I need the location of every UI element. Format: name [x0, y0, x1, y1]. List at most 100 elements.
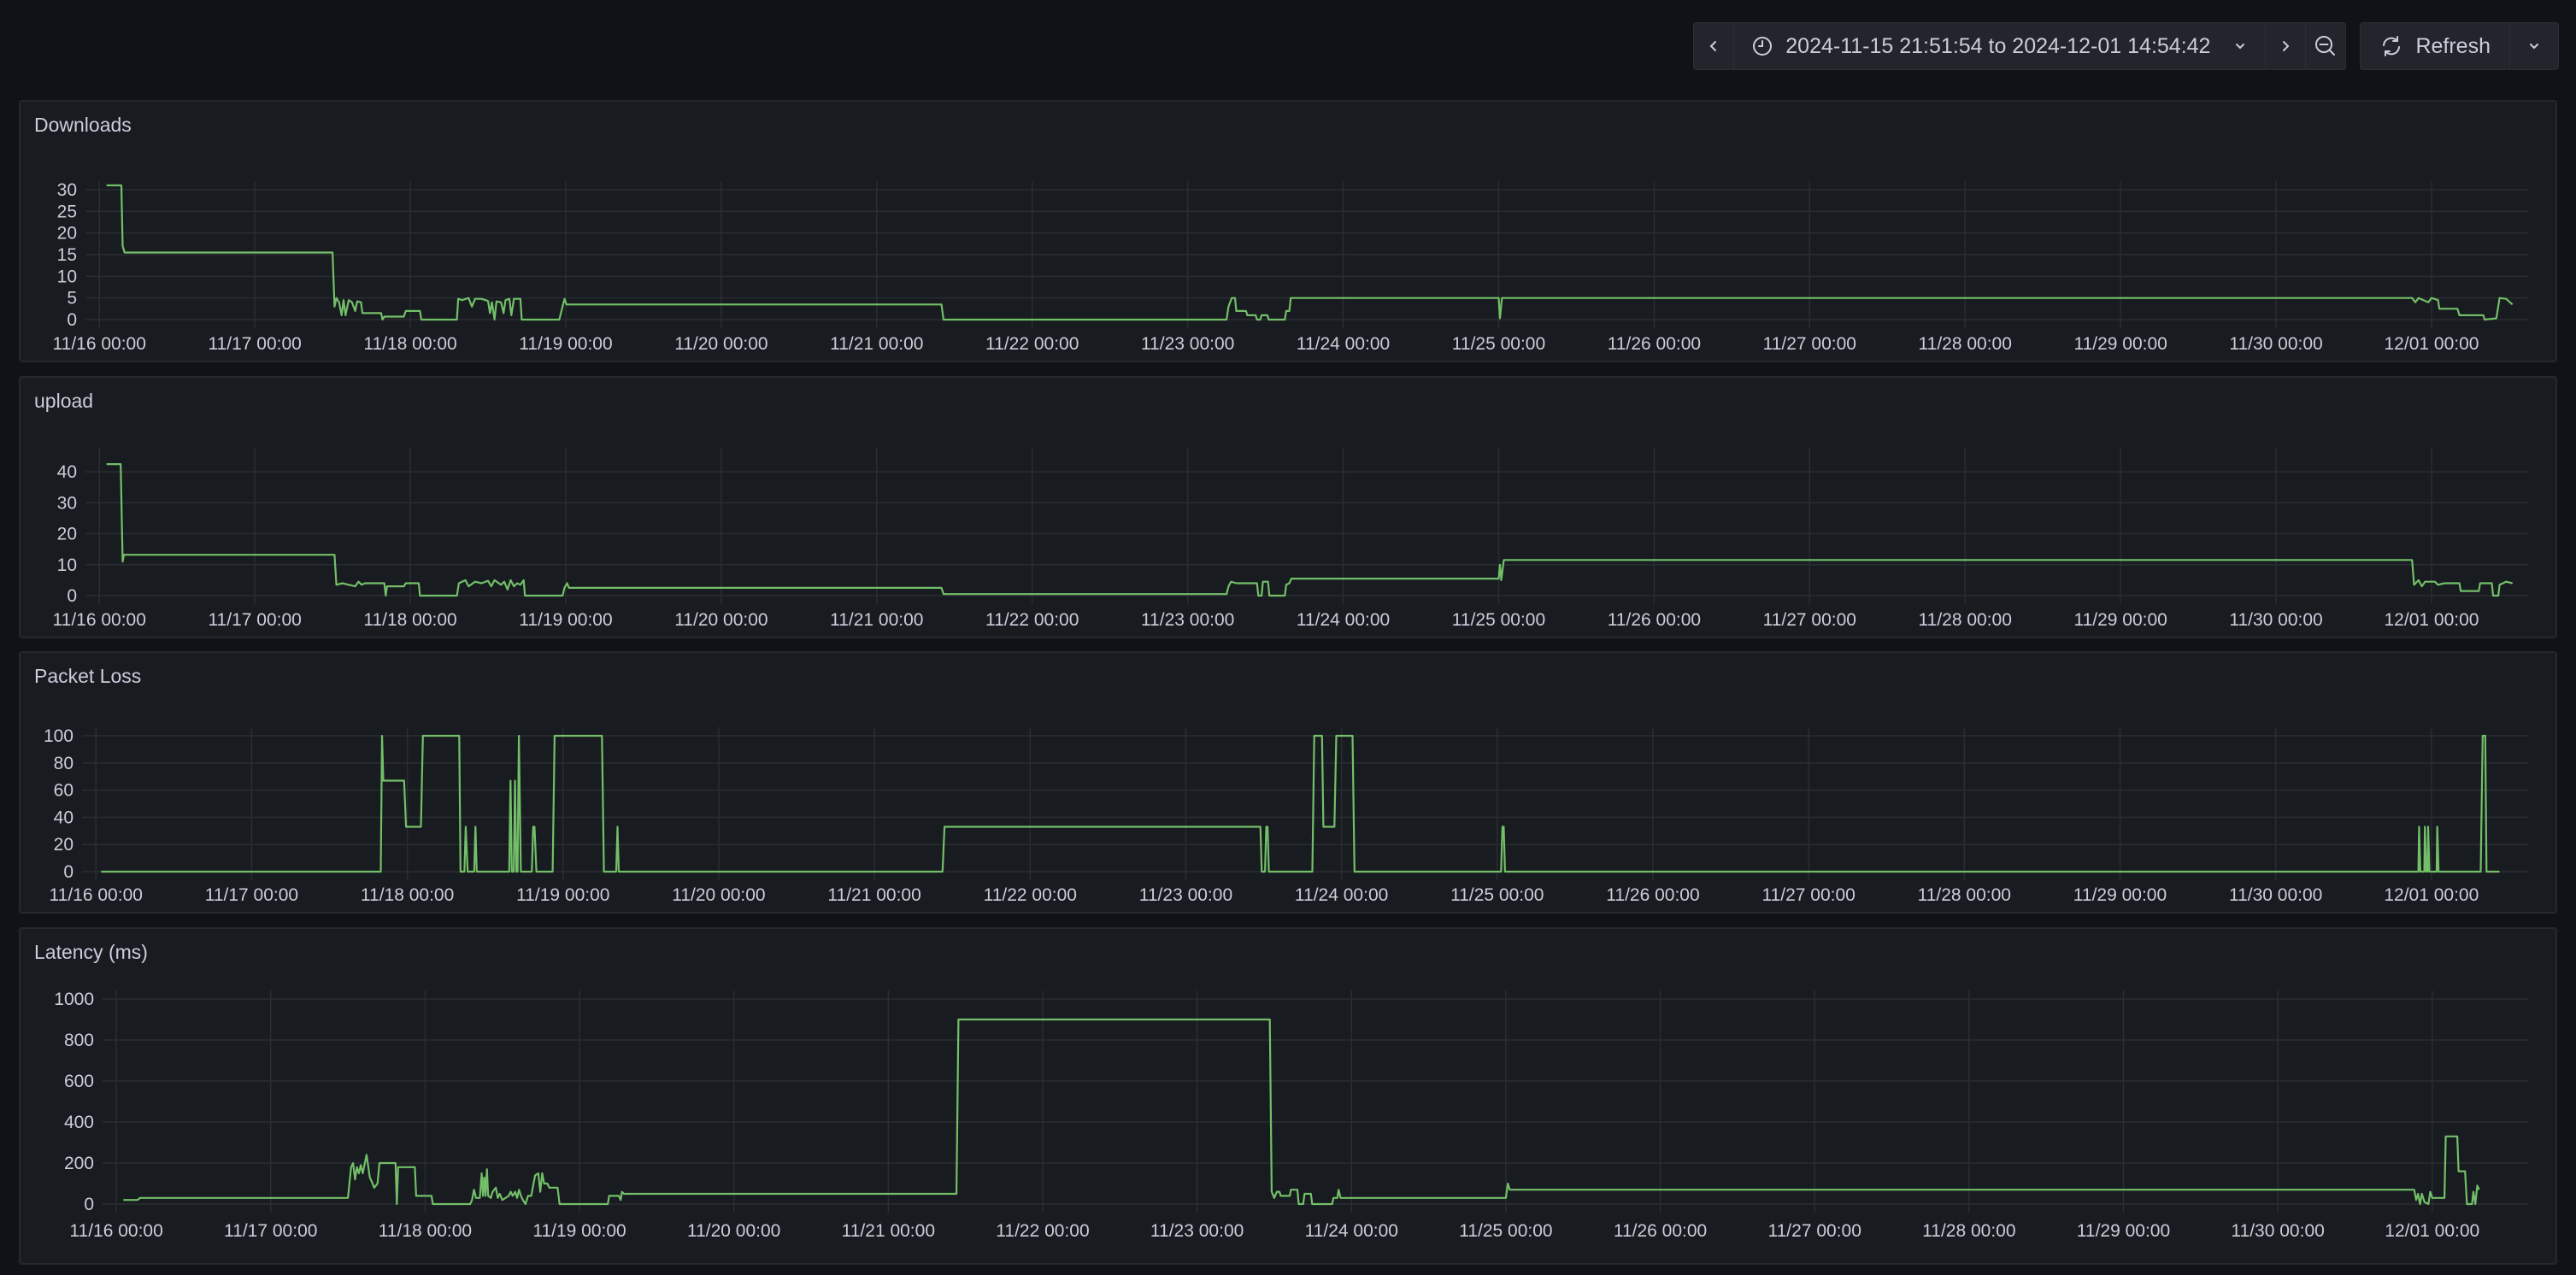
- y-tick-label: 15: [57, 245, 77, 265]
- x-tick-label: 11/27 00:00: [1763, 610, 1856, 630]
- x-tick-label: 11/21 00:00: [830, 334, 923, 354]
- x-tick-label: 11/16 00:00: [53, 334, 146, 354]
- x-tick-label: 11/20 00:00: [674, 334, 768, 354]
- x-tick-label: 12/01 00:00: [2385, 610, 2479, 630]
- x-tick-label: 11/19 00:00: [519, 334, 612, 354]
- x-tick-label: 11/28 00:00: [1918, 885, 2011, 905]
- y-tick-label: 0: [84, 1195, 94, 1214]
- x-tick-label: 11/28 00:00: [1919, 334, 2012, 354]
- series-line-downloads[interactable]: [106, 184, 2514, 321]
- x-tick-label: 11/25 00:00: [1452, 610, 1545, 630]
- x-tick-label: 11/26 00:00: [1614, 1221, 1707, 1241]
- refresh-icon: [2383, 36, 2401, 56]
- panel-upload: upload 0 10 20 30 40 11/16 00:00 11/17 00:00 11…: [19, 376, 2557, 638]
- x-tick-label: 11/27 00:00: [1768, 1221, 1861, 1241]
- time-range-picker: 2024-11-15 21:51:54 to 2024-12-01 14:54:…: [1693, 22, 2347, 70]
- packet-loss-chart: 0 20 40 60 80 100 11/16 00:00 11/17 00:00 11/18 …: [44, 726, 2528, 905]
- y-tick-label: 20: [57, 224, 77, 244]
- x-tick-label: 11/29 00:00: [2073, 610, 2167, 630]
- x-tick-label: 12/01 00:00: [2385, 1221, 2479, 1241]
- x-tick-label: 11/20 00:00: [687, 1221, 780, 1241]
- x-tick-label: 11/18 00:00: [379, 1221, 472, 1241]
- x-tick-label: 11/19 00:00: [516, 885, 609, 905]
- x-tick-label: 11/21 00:00: [842, 1221, 935, 1241]
- x-tick-label: 11/29 00:00: [2073, 334, 2167, 354]
- x-tick-label: 11/17 00:00: [205, 885, 298, 905]
- y-tick-label: 1000: [54, 990, 94, 1009]
- x-tick-label: 11/20 00:00: [672, 885, 765, 905]
- y-tick-label: 400: [64, 1113, 94, 1132]
- x-tick-label: 11/26 00:00: [1606, 885, 1699, 905]
- x-tick-label: 11/26 00:00: [1608, 610, 1701, 630]
- x-tick-label: 11/30 00:00: [2229, 885, 2322, 905]
- x-tick-label: 11/22 00:00: [985, 610, 1079, 630]
- x-tick-label: 11/18 00:00: [363, 334, 456, 354]
- y-tick-label: 5: [67, 289, 77, 308]
- x-tick-label: 11/28 00:00: [1919, 610, 2012, 630]
- x-tick-label: 11/23 00:00: [1141, 334, 1234, 354]
- x-tick-label: 11/24 00:00: [1297, 334, 1390, 354]
- x-tick-label: 11/16 00:00: [69, 1221, 162, 1241]
- series-line-packet-loss[interactable]: [101, 734, 2500, 873]
- time-range-button[interactable]: 2024-11-15 21:51:54 to 2024-12-01 14:54:…: [1733, 23, 2265, 69]
- x-tick-label: 11/23 00:00: [1150, 1221, 1244, 1241]
- x-tick-label: 11/17 00:00: [208, 610, 301, 630]
- dashboard-toolbar: 2024-11-15 21:51:54 to 2024-12-01 14:54:…: [1693, 22, 2559, 70]
- y-tick-label: 60: [54, 781, 74, 801]
- x-tick-label: 11/30 00:00: [2229, 610, 2322, 630]
- x-tick-label: 11/29 00:00: [2077, 1221, 2170, 1241]
- time-range-back-button[interactable]: [1694, 23, 1733, 69]
- time-range-label: 2024-11-15 21:51:54 to 2024-12-01 14:54:…: [1785, 33, 2211, 58]
- x-tick-label: 11/27 00:00: [1761, 885, 1855, 905]
- x-tick-label: 11/24 00:00: [1297, 610, 1390, 630]
- x-tick-label: 12/01 00:00: [2385, 334, 2479, 354]
- x-tick-label: 11/30 00:00: [2231, 1221, 2324, 1241]
- refresh-picker: Refresh: [2360, 22, 2559, 70]
- y-tick-label: 40: [54, 808, 74, 827]
- x-tick-label: 11/22 00:00: [996, 1221, 1089, 1241]
- refresh-button[interactable]: Refresh: [2361, 23, 2509, 69]
- x-tick-label: 11/23 00:00: [1141, 610, 1234, 630]
- x-tick-label: 11/22 00:00: [985, 334, 1079, 354]
- x-tick-label: 11/25 00:00: [1450, 885, 1544, 905]
- chevron-down-icon: [2236, 44, 2245, 50]
- x-tick-label: 11/16 00:00: [50, 885, 143, 905]
- chevron-left-icon: [1709, 41, 1717, 51]
- x-tick-label: 12/01 00:00: [2384, 885, 2479, 905]
- refresh-interval-dropdown[interactable]: [2509, 23, 2558, 69]
- panel-packet-loss: Packet Loss 0 20 40 60 80 100 11/16 00:00 11/17…: [19, 651, 2557, 914]
- x-tick-label: 11/18 00:00: [361, 885, 454, 905]
- y-tick-label: 200: [64, 1154, 94, 1173]
- y-tick-label: 10: [57, 267, 77, 286]
- panel-downloads: Downloads 0 5 10 15 20 25 30 11/16 00:00 11/17 0…: [19, 100, 2557, 362]
- x-tick-label: 11/16 00:00: [53, 610, 146, 630]
- y-tick-label: 600: [64, 1072, 94, 1091]
- x-tick-label: 11/18 00:00: [363, 610, 456, 630]
- zoom-out-button[interactable]: [2305, 23, 2345, 69]
- y-tick-label: 0: [67, 586, 77, 606]
- panel-latency: Latency (ms) 0 200 400 600 800 1000 11/16 00:0…: [19, 927, 2557, 1265]
- chevron-right-icon: [2283, 41, 2290, 51]
- y-tick-label: 40: [57, 462, 77, 482]
- zoom-out-icon: [2315, 36, 2336, 56]
- x-tick-label: 11/21 00:00: [827, 885, 920, 905]
- y-tick-label: 30: [57, 493, 77, 513]
- x-tick-label: 11/28 00:00: [1922, 1221, 2015, 1241]
- y-tick-label: 30: [57, 180, 77, 200]
- x-tick-label: 11/24 00:00: [1305, 1221, 1398, 1241]
- chevron-down-icon: [2530, 44, 2538, 50]
- series-line-upload[interactable]: [106, 463, 2513, 597]
- series-line-latency[interactable]: [123, 1018, 2480, 1206]
- upload-chart: 0 10 20 30 40 11/16 00:00 11/17 00:00 11/18 00:…: [53, 448, 2528, 630]
- x-tick-label: 11/29 00:00: [2073, 885, 2167, 905]
- x-tick-label: 11/26 00:00: [1608, 334, 1701, 354]
- clock-icon: [1753, 37, 1773, 56]
- time-range-forward-button[interactable]: [2265, 23, 2305, 69]
- x-tick-label: 11/24 00:00: [1295, 885, 1388, 905]
- x-tick-label: 11/30 00:00: [2229, 334, 2322, 354]
- y-tick-label: 0: [67, 310, 77, 330]
- x-tick-label: 11/19 00:00: [532, 1221, 626, 1241]
- y-tick-label: 20: [57, 525, 77, 544]
- downloads-chart: 0 5 10 1520 25 30 11/16 00:00 11/17 00:00 11/18 …: [53, 180, 2528, 354]
- y-tick-label: 800: [64, 1031, 94, 1050]
